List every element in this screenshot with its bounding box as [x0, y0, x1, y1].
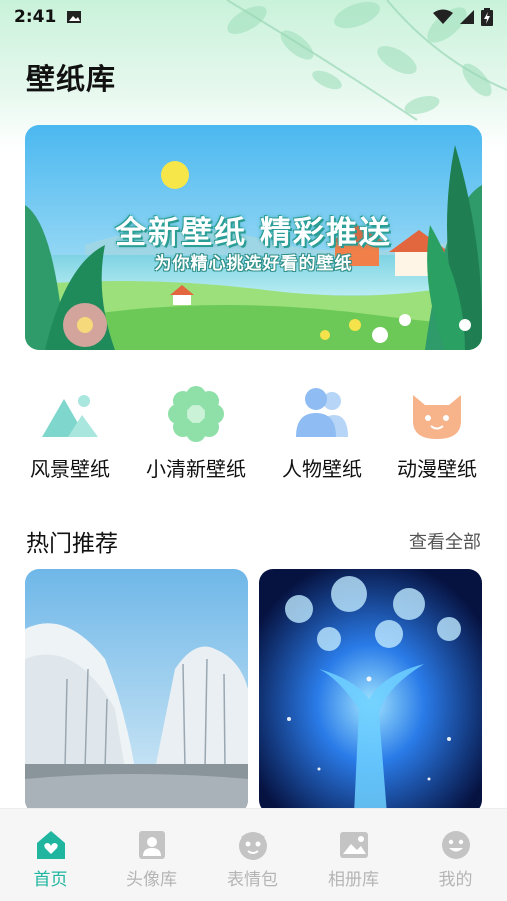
status-bar: 2:41	[0, 0, 507, 34]
wallpaper-thumbnail-1[interactable]	[25, 569, 248, 814]
nav-album-library[interactable]: 相册库	[303, 829, 404, 890]
smiley-icon	[441, 831, 470, 859]
wallpaper-thumbnail-2[interactable]	[259, 569, 482, 814]
category-grid: 风景壁纸 小清新壁纸 人物壁纸 动漫壁纸	[0, 385, 507, 485]
bottom-navigation: 首页 头像库 表情包 相册库 我的	[0, 808, 507, 901]
page-title: 壁纸库	[26, 56, 117, 98]
nav-label: 我的	[438, 870, 473, 890]
promo-banner[interactable]: 全新壁纸 精彩推送 为你精心挑选好看的壁纸	[25, 125, 482, 350]
nav-label: 头像库	[126, 870, 177, 890]
category-anime[interactable]: 动漫壁纸	[372, 385, 502, 482]
banner-subtitle: 为你精心挑选好看的壁纸	[154, 254, 353, 274]
category-label: 动漫壁纸	[397, 457, 477, 481]
cat-icon	[413, 395, 461, 439]
category-label: 小清新壁纸	[146, 457, 246, 481]
avatar-icon	[138, 831, 165, 859]
gallery-notification-icon	[67, 11, 82, 23]
emoji-pack-icon	[238, 832, 267, 860]
banner-title: 全新壁纸 精彩推送	[115, 215, 392, 251]
signal-icon	[460, 10, 474, 24]
nav-home[interactable]: 首页	[0, 829, 101, 890]
snowy-trees-image	[25, 569, 248, 814]
people-icon	[296, 388, 348, 437]
view-all-link[interactable]: 查看全部	[409, 528, 481, 554]
category-label: 人物壁纸	[282, 457, 362, 481]
wifi-icon	[433, 9, 453, 24]
nav-avatar-library[interactable]: 头像库	[101, 829, 202, 890]
home-icon	[36, 831, 65, 859]
album-icon	[339, 832, 368, 858]
flower-icon	[168, 386, 224, 442]
nav-label: 表情包	[227, 870, 278, 890]
nav-label: 首页	[33, 870, 68, 890]
nav-me[interactable]: 我的	[405, 829, 506, 890]
mountain-icon	[42, 395, 98, 437]
battery-icon	[481, 8, 493, 26]
category-people[interactable]: 人物壁纸	[257, 385, 387, 482]
status-time: 2:41	[14, 7, 57, 27]
category-landscape[interactable]: 风景壁纸	[5, 385, 135, 482]
hot-section-title: 热门推荐	[26, 531, 118, 557]
category-label: 风景壁纸	[30, 457, 110, 481]
glowing-tree-image	[259, 569, 482, 814]
nav-label: 相册库	[328, 870, 379, 890]
nav-emoji-pack[interactable]: 表情包	[202, 829, 303, 890]
category-fresh[interactable]: 小清新壁纸	[131, 385, 261, 482]
